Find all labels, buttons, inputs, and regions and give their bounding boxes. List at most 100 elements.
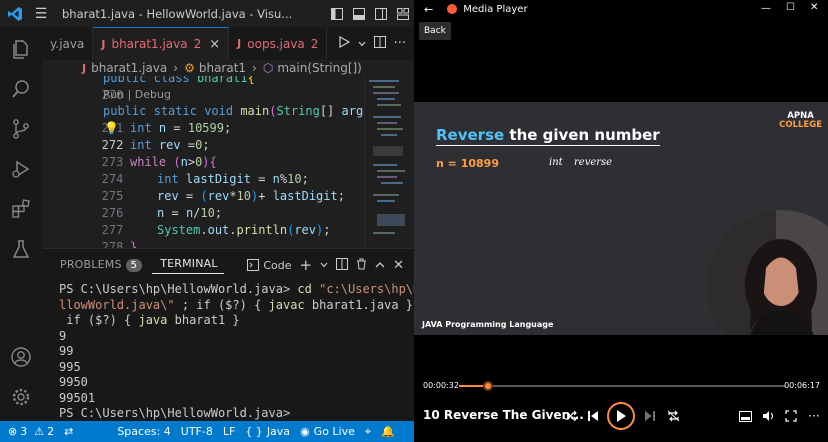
breadcrumb-file[interactable]: bharat1.java [91,61,167,75]
breadcrumb-method[interactable]: main(String[]) [277,61,362,75]
settings-gear-icon[interactable] [0,379,42,415]
more-options-icon[interactable]: ··· [806,408,822,424]
search-icon[interactable] [0,71,42,107]
volume-icon[interactable] [760,408,776,424]
eol-status[interactable]: LF [218,425,240,438]
language-status[interactable]: { } Java [240,425,295,438]
miniplayer-icon[interactable] [737,408,753,424]
slide-title-highlight: Reverse [436,126,505,144]
explorer-icon[interactable] [0,31,42,67]
trash-icon[interactable] [356,258,367,273]
menu-icon[interactable]: ☰ [30,6,52,22]
play-button[interactable] [607,402,635,430]
code-line: 279 } [130,240,138,248]
terminal-output-line: 9 [59,328,67,343]
media-player-logo-icon [447,4,458,14]
terminal-text: bharat1.java } ; [311,297,414,312]
run-debug-icon[interactable] [0,151,42,187]
breadcrumb: J bharat1.java › ⚙ bharat1 › ⬡ main(Stri… [42,60,414,76]
minimap[interactable] [364,76,414,248]
layout-panel-icon[interactable] [348,7,370,20]
terminal-string: "c:\Users\hp\He [319,282,414,296]
language-label: Java [266,425,291,438]
vscode-logo-icon[interactable] [0,0,30,27]
presenter-webcam [706,210,828,335]
tab-problems[interactable]: PROBLEMS 5 [42,258,152,272]
terminal-output-line: 995 [59,359,81,374]
tab-oops-java[interactable]: J oops.java 2 [229,27,328,60]
next-icon[interactable] [642,408,658,424]
video-frame[interactable]: Reverse the given number n = 10899 int r… [414,102,828,335]
media-player-titlebar: ← Media Player — ☐ ✕ [414,0,828,18]
terminal-prompt: PS C:\Users\hp\HellowWorld.java> [59,406,291,420]
seek-bar[interactable] [459,381,785,391]
close-icon[interactable]: ✕ [810,2,818,13]
shuffle-icon[interactable] [562,408,578,424]
encoding-status[interactable]: UTF-8 [176,425,218,438]
split-terminal-icon[interactable] [336,257,349,273]
repeat-icon[interactable] [665,408,681,424]
remote-icon[interactable]: ⇄ [59,425,78,438]
breadcrumb-separator-icon: › [252,61,257,75]
warning-icon: ⚠ [34,425,45,438]
terminal-shell-icon[interactable]: Code [247,258,292,272]
breadcrumb-class[interactable]: bharat1 [199,61,246,75]
layout-sidebar-icon[interactable] [326,7,348,20]
terminal-string: llowWorld.java\" [59,297,175,312]
split-editor-icon[interactable] [373,36,386,51]
chevron-down-icon[interactable] [358,37,366,51]
terminal-command: cd [297,282,312,296]
tab-label: y.java [50,36,85,51]
terminal-command: javac [268,297,305,312]
back-button[interactable]: Back [419,22,451,40]
indentation-status[interactable]: Spaces: 4 [112,425,175,438]
media-player-window: ← Media Player — ☐ ✕ Back Reverse the gi… [414,0,828,442]
account-icon[interactable] [0,339,42,375]
previous-icon[interactable] [585,408,601,424]
terminal-output[interactable]: PS C:\Users\hp\HellowWorld.java> cd "c:\… [59,282,414,422]
run-icon[interactable] [338,35,350,51]
more-actions-icon[interactable]: ··· [394,36,406,51]
terminal-output-line: 99501 [59,390,96,405]
class-icon: ⚙ [184,61,195,75]
extensions-icon[interactable] [0,191,42,227]
terminal-command: java [138,313,168,327]
course-label: JAVA Programming Language [422,320,554,329]
code-line-current: 272 💡 int n = 10599; [42,120,364,152]
problems-status[interactable]: ⊗ 3 ⚠ 2 [0,425,59,438]
minimize-icon[interactable]: — [761,3,771,14]
lightbulb-icon[interactable]: 💡 [104,120,119,137]
code-line: 274 while (n>0){ [42,154,364,186]
feedback-icon[interactable]: ⌖ [360,425,376,439]
tab-y-java[interactable]: y.java [42,27,94,60]
panel-tabs: PROBLEMS 5 TERMINAL Code + ✕ [42,249,414,281]
fullscreen-icon[interactable] [783,408,799,424]
java-file-icon: J [237,37,242,50]
tab-terminal[interactable]: TERMINAL [152,257,224,274]
error-icon: ⊗ [8,425,18,438]
source-control-icon[interactable] [0,111,42,147]
go-live-button[interactable]: ◉ Go Live [295,425,360,438]
codelens-run-debug[interactable]: Run | Debug [103,88,171,101]
notifications-bell-icon[interactable]: 🔔 [376,425,400,438]
close-panel-icon[interactable]: ✕ [393,258,404,273]
terminal-text: bharat1 } [167,313,240,327]
seek-thumb[interactable] [483,381,494,391]
terminal-prompt: PS C:\Users\hp\HellowWorld.java> [59,282,298,296]
layout-secondary-icon[interactable] [370,7,392,20]
back-arrow-icon[interactable]: ← [424,3,433,16]
shell-label: Code [263,258,292,272]
maximize-icon[interactable]: ☐ [786,2,795,13]
customize-layout-icon[interactable] [392,7,414,20]
bottom-panel: PROBLEMS 5 TERMINAL Code + ✕ PS C:\Users\… [42,248,414,421]
chevron-down-icon[interactable] [320,259,328,272]
new-terminal-icon[interactable]: + [300,256,313,274]
testing-flask-icon[interactable] [0,231,42,267]
code-editor[interactable]: 270 public class bharat1{ Run | Debug 27… [42,76,364,248]
terminal-output-line: 9950 [59,375,88,389]
tab-bharat1-java[interactable]: J bharat1.java 2 × [93,27,230,60]
vscode-titlebar: ☰ bharat1.java - HellowWorld.java - Visu… [0,0,414,27]
current-time: 00:00:32 [423,381,459,390]
maximize-panel-chevron-up-icon[interactable] [375,259,385,272]
close-tab-icon[interactable]: × [209,37,220,52]
